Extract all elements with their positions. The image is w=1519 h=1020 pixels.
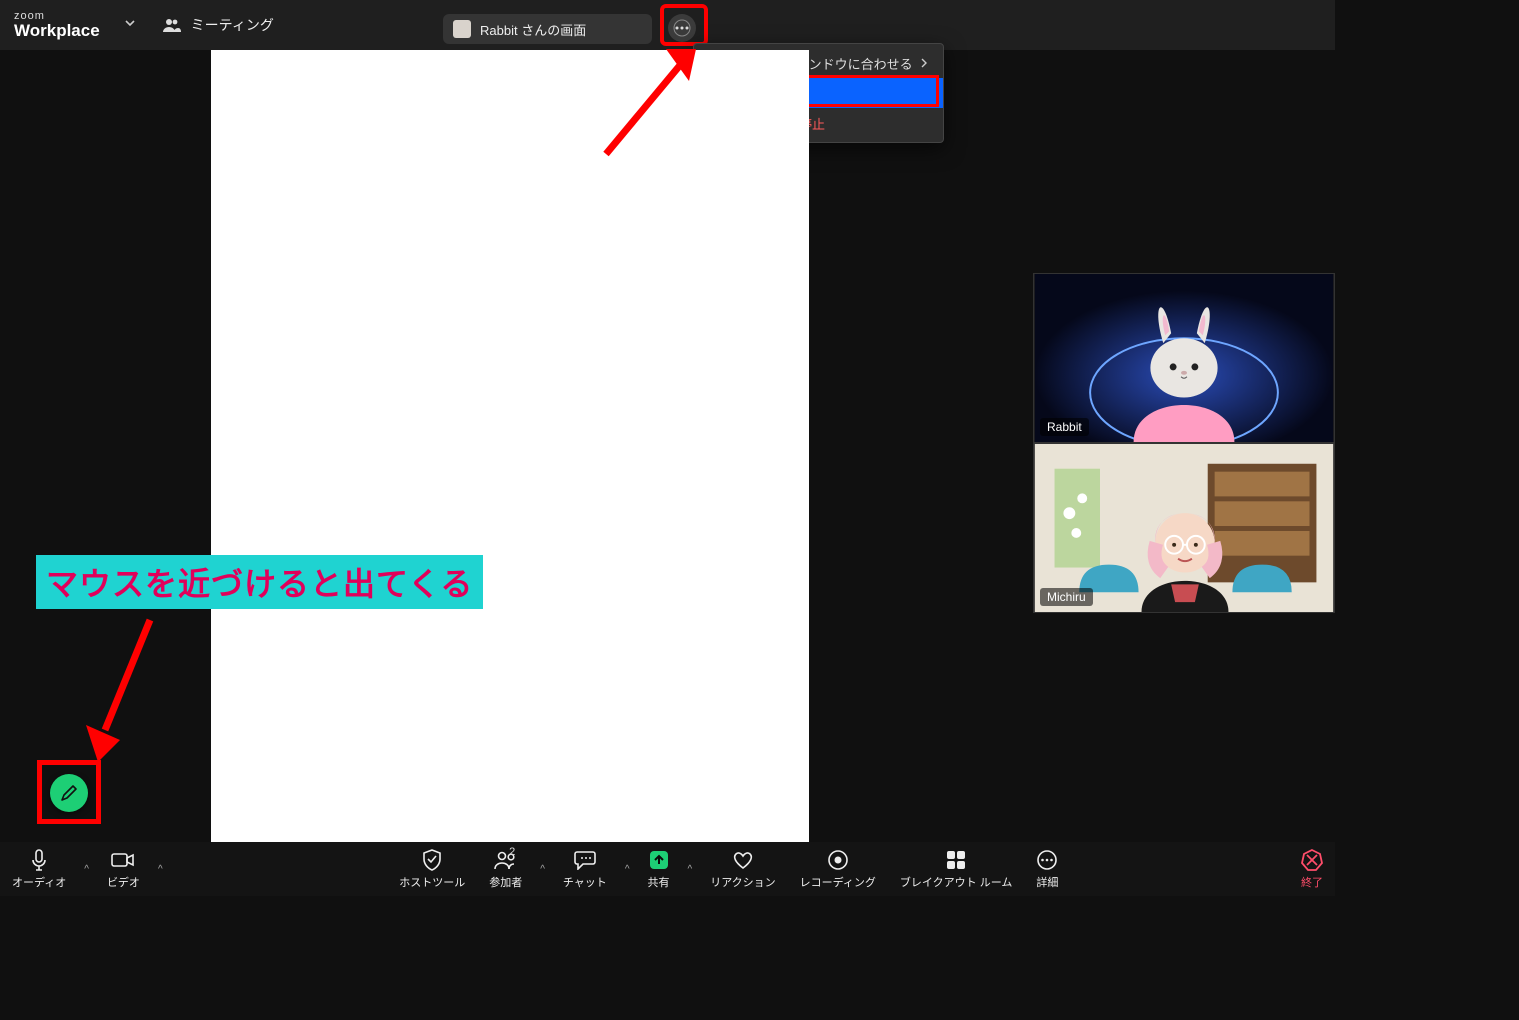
microphone-icon <box>29 849 49 871</box>
meeting-toolbar: オーディオ ^ ビデオ ^ ホストツール 2 参加者 ^ チャット ^ 共有 ^… <box>0 842 1335 896</box>
chat-button[interactable]: チャット <box>551 842 619 896</box>
annotation-arrow <box>596 39 716 159</box>
camera-icon <box>111 851 135 869</box>
share-label: 共有 <box>648 874 670 890</box>
video-caret[interactable]: ^ <box>152 864 169 875</box>
share-caret[interactable]: ^ <box>682 864 699 875</box>
participants-count: 2 <box>509 846 515 858</box>
video-label: ビデオ <box>107 874 140 890</box>
shared-screen-content <box>211 50 809 842</box>
brand-workplace: Workplace <box>14 22 100 39</box>
chat-caret[interactable]: ^ <box>619 864 636 875</box>
end-icon <box>1301 849 1323 871</box>
host-tools-label: ホストツール <box>399 874 465 890</box>
recording-label: レコーディング <box>800 874 876 890</box>
participant-tile[interactable]: Rabbit <box>1033 273 1335 443</box>
end-button[interactable]: 終了 <box>1289 842 1335 896</box>
more-label: 詳細 <box>1036 874 1058 890</box>
chat-label: チャット <box>563 874 607 890</box>
participants-label: 参加者 <box>489 874 522 890</box>
annotation-highlight-box <box>37 760 101 824</box>
shield-icon <box>422 849 442 871</box>
annotation-arrow <box>80 610 170 770</box>
participants-caret[interactable]: ^ <box>534 864 551 875</box>
more-button[interactable]: 詳細 <box>1024 842 1070 896</box>
video-button[interactable]: ビデオ <box>95 842 152 896</box>
brand-dropdown-caret[interactable] <box>124 16 136 34</box>
grid-icon <box>946 850 966 870</box>
meeting-tab-label: ミーティング <box>191 15 274 35</box>
avatar-michiru <box>1034 444 1334 612</box>
app-brand[interactable]: zoom Workplace <box>14 11 100 39</box>
avatar-rabbit <box>1034 274 1334 442</box>
participant-name: Rabbit <box>1040 418 1089 436</box>
share-button[interactable]: 共有 <box>636 842 682 896</box>
sharer-avatar <box>453 20 471 38</box>
chevron-right-icon <box>919 56 929 71</box>
more-horizontal-icon <box>1036 849 1058 871</box>
reactions-label: リアクション <box>710 874 775 890</box>
audio-label: オーディオ <box>12 874 66 890</box>
audio-button[interactable]: オーディオ <box>0 842 78 896</box>
share-icon <box>648 849 670 871</box>
participant-name: Michiru <box>1040 588 1093 606</box>
heart-icon <box>732 850 754 870</box>
record-icon <box>827 849 849 871</box>
end-label: 終了 <box>1301 874 1323 890</box>
participants-button[interactable]: 2 参加者 <box>477 842 534 896</box>
chat-icon <box>574 850 596 870</box>
audio-caret[interactable]: ^ <box>78 864 95 875</box>
host-tools-button[interactable]: ホストツール <box>387 842 477 896</box>
breakout-label: ブレイクアウト ルーム <box>900 874 1013 890</box>
reactions-button[interactable]: リアクション <box>698 842 787 896</box>
recording-button[interactable]: レコーディング <box>788 842 888 896</box>
sharing-indicator-label: Rabbit さんの画面 <box>480 20 586 39</box>
participant-tile[interactable]: Michiru <box>1033 443 1335 613</box>
participants-icon <box>162 17 182 33</box>
meeting-tab[interactable]: ミーティング <box>162 15 274 35</box>
annotation-text: マウスを近づけると出てくる <box>36 555 483 609</box>
breakout-button[interactable]: ブレイクアウト ルーム <box>888 842 1025 896</box>
